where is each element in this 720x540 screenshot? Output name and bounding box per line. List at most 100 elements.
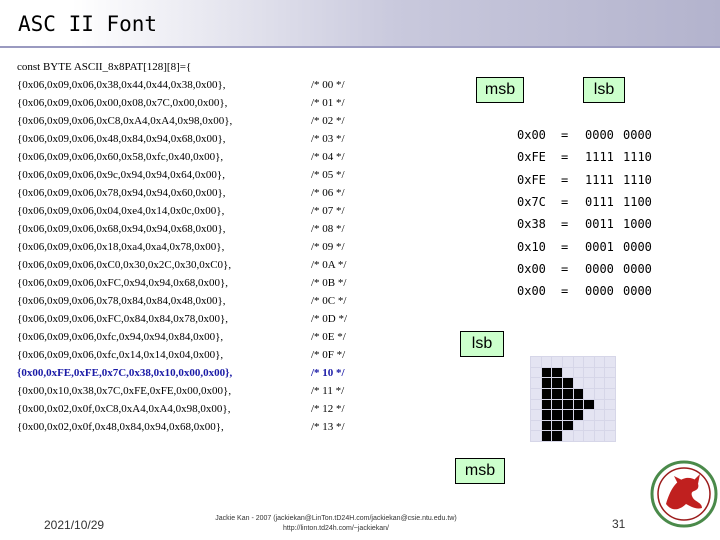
glyph-cell (562, 399, 573, 410)
code-row: {0x06,0x09,0x06,0xC8,0xA4,0xA4,0x98,0x00… (17, 115, 233, 127)
glyph-cell (541, 357, 552, 367)
code-row: {0x06,0x09,0x06,0x78,0x84,0x84,0x48,0x00… (17, 295, 226, 307)
code-row: {0x06,0x09,0x06,0xFC,0x84,0x84,0x78,0x00… (17, 313, 229, 325)
code-row: {0x06,0x09,0x06,0x00,0x08,0x7C,0x00,0x00… (17, 97, 228, 109)
binary-equals: = (561, 284, 569, 299)
title-divider (0, 46, 720, 48)
code-row-comment: /* 12 */ (311, 403, 345, 415)
code-row: {0x06,0x09,0x06,0xFC,0x94,0x94,0x68,0x00… (17, 277, 229, 289)
code-row: {0x00,0x02,0x0f,0xC8,0xA4,0xA4,0x98,0x00… (17, 403, 231, 415)
code-row: {0x00,0xFE,0xFE,0x7C,0x38,0x10,0x00,0x00… (17, 367, 233, 379)
code-row-comment: /* 10 */ (311, 367, 345, 379)
glyph-cell (605, 431, 615, 441)
glyph-cell (552, 388, 562, 399)
glyph-cell (541, 399, 552, 410)
glyph-cell (594, 378, 605, 388)
code-row-comment: /* 0E */ (311, 331, 346, 343)
binary-equals: = (561, 128, 569, 142)
glyph-cell (584, 367, 594, 378)
code-row-comment: /* 03 */ (311, 133, 345, 145)
code-row-comment: /* 13 */ (311, 421, 345, 433)
code-row-comment: /* 04 */ (311, 151, 345, 163)
binary-low-nibble: 0000 (623, 239, 652, 254)
binary-low-nibble: 0000 (623, 284, 652, 299)
title-bar: ASC II Font (0, 0, 720, 46)
glyph-cell (605, 420, 615, 431)
code-row-comment: /* 06 */ (311, 187, 345, 199)
glyph-cell (594, 410, 605, 420)
code-row-comment: /* 01 */ (311, 97, 345, 109)
university-seal-icon (650, 460, 718, 528)
code-row-comment: /* 0B */ (311, 277, 347, 289)
glyph-cell (531, 378, 541, 388)
code-row: {0x06,0x09,0x06,0x04,0xe4,0x14,0x0c,0x00… (17, 205, 225, 217)
binary-high-nibble: 1111 (585, 150, 614, 165)
code-row-comment: /* 09 */ (311, 241, 345, 253)
code-row-comment: /* 07 */ (311, 205, 345, 217)
glyph-cell (573, 399, 584, 410)
code-row: {0x06,0x09,0x06,0x9c,0x94,0x94,0x64,0x00… (17, 169, 225, 181)
code-row: {0x06,0x09,0x06,0xC0,0x30,0x2C,0x30,0xC0… (17, 259, 232, 271)
lsb-top-label: lsb (583, 77, 625, 103)
glyph-cell (531, 367, 541, 378)
code-row: {0x06,0x09,0x06,0x78,0x94,0x94,0x60,0x00… (17, 187, 226, 199)
binary-low-nibble: 0000 (623, 261, 652, 276)
binary-high-nibble: 0000 (585, 284, 614, 299)
binary-high-nibble: 0001 (585, 239, 614, 254)
glyph-cell (552, 410, 562, 420)
msb-bottom-label: msb (455, 458, 505, 484)
binary-equals: = (561, 217, 569, 232)
glyph-cell (605, 399, 615, 410)
glyph-cell (562, 410, 573, 420)
binary-low-nibble: 1100 (623, 194, 652, 209)
glyph-cell (573, 410, 584, 420)
msb-top-label: msb (476, 77, 524, 103)
code-row-comment: /* 11 */ (311, 385, 345, 397)
glyph-cell (562, 388, 573, 399)
binary-equals: = (561, 261, 569, 276)
footer-date: 2021/10/29 (44, 518, 105, 532)
glyph-cell (531, 357, 541, 367)
code-row: {0x00,0x10,0x38,0x7C,0xFE,0xFE,0x00,0x00… (17, 385, 232, 397)
glyph-cell (562, 378, 573, 388)
code-row: {0x06,0x09,0x06,0x48,0x84,0x94,0x68,0x00… (17, 133, 226, 145)
glyph-cell (594, 388, 605, 399)
code-header: const BYTE ASCII_8x8PAT[128][8]={ (17, 61, 192, 73)
code-row-comment: /* 08 */ (311, 223, 345, 235)
glyph-cell (605, 367, 615, 378)
glyph-cell (573, 420, 584, 431)
glyph-cell (584, 357, 594, 367)
glyph-cell (541, 367, 552, 378)
binary-high-nibble: 0000 (585, 128, 614, 142)
lsb-side-label: lsb (460, 331, 504, 357)
code-row: {0x06,0x09,0x06,0x38,0x44,0x44,0x38,0x00… (17, 79, 226, 91)
code-row: {0x00,0x02,0x0f,0x48,0x84,0x94,0x68,0x00… (17, 421, 224, 433)
binary-high-nibble: 0011 (585, 217, 614, 232)
glyph-cell (584, 388, 594, 399)
glyph-cell (605, 357, 615, 367)
glyph-cell (605, 410, 615, 420)
code-row: {0x06,0x09,0x06,0x18,0xa4,0xa4,0x78,0x00… (17, 241, 225, 253)
glyph-cell (562, 367, 573, 378)
code-row-comment: /* 0C */ (311, 295, 347, 307)
glyph-cell (531, 388, 541, 399)
binary-high-nibble: 1111 (585, 172, 614, 187)
code-row-comment: /* 0A */ (311, 259, 347, 271)
glyph-bitmap-grid (530, 356, 616, 442)
glyph-cell (531, 420, 541, 431)
glyph-cell (573, 388, 584, 399)
glyph-cell (562, 420, 573, 431)
binary-equals: = (561, 172, 569, 187)
glyph-cell (541, 388, 552, 399)
glyph-cell (584, 420, 594, 431)
glyph-cell (605, 388, 615, 399)
code-row: {0x06,0x09,0x06,0xfc,0x14,0x14,0x04,0x00… (17, 349, 224, 361)
glyph-cell (552, 420, 562, 431)
glyph-cell (594, 357, 605, 367)
glyph-cell (584, 399, 594, 410)
glyph-cell (573, 378, 584, 388)
glyph-cell (552, 399, 562, 410)
code-row-comment: /* 0F */ (311, 349, 346, 361)
binary-high-nibble: 0111 (585, 194, 614, 209)
slide-title: ASC II Font (18, 12, 158, 36)
